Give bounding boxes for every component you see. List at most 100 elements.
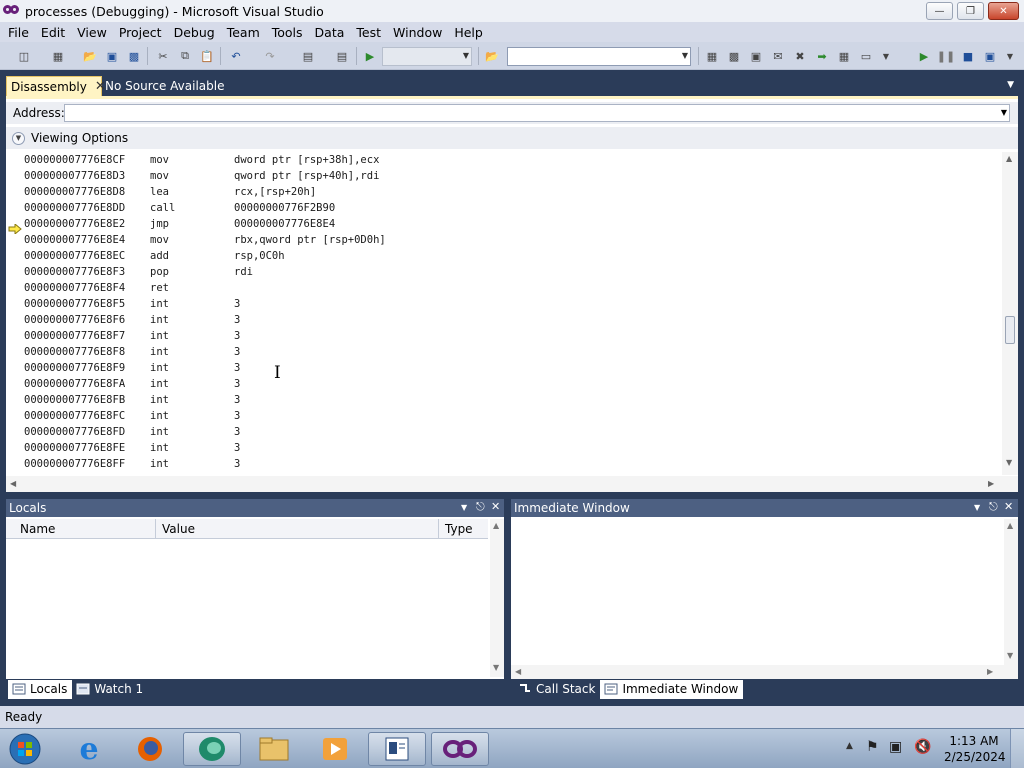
menu-help[interactable]: Help xyxy=(448,25,489,40)
open-file-icon[interactable]: 📂 xyxy=(82,48,98,64)
address-input[interactable]: ▼ xyxy=(64,104,1010,122)
scroll-right-icon[interactable]: ▶ xyxy=(987,667,993,676)
viewing-options-label[interactable]: Viewing Options xyxy=(31,131,128,145)
start-orb-icon[interactable] xyxy=(0,732,50,766)
menu-view[interactable]: View xyxy=(71,25,113,40)
disassembly-row[interactable]: 000000007776E8CF mov dword ptr [rsp+38h],e… xyxy=(6,152,1002,168)
scroll-up-icon[interactable]: ▲ xyxy=(1007,521,1013,530)
scroll-up-icon[interactable]: ▲ xyxy=(493,521,499,530)
column-value[interactable]: Value xyxy=(156,519,439,539)
new-project-icon[interactable]: ◫ xyxy=(16,48,32,64)
minimize-icon[interactable]: — xyxy=(926,2,953,20)
properties-icon[interactable]: ▩ xyxy=(726,48,742,64)
disassembly-horizontal-scrollbar[interactable]: ◀ ▶ xyxy=(6,476,1018,492)
stop-debugging-icon[interactable]: ■ xyxy=(960,48,976,64)
navigate-forward-icon[interactable]: ▤ xyxy=(334,48,350,64)
disassembly-row[interactable]: 000000007776E8FB int 3 xyxy=(6,392,1002,408)
show-desktop-button[interactable] xyxy=(1010,729,1024,768)
window-position-dropdown-icon[interactable]: ▼ xyxy=(974,503,980,512)
scroll-right-icon[interactable]: ▶ xyxy=(988,479,994,488)
object-browser-icon[interactable]: ▣ xyxy=(748,48,764,64)
disassembly-row[interactable]: 000000007776E8F5 int 3 xyxy=(6,296,1002,312)
immediate-input-area[interactable] xyxy=(511,517,1004,665)
menu-test[interactable]: Test xyxy=(350,25,387,40)
debug-toolbar-overflow-icon[interactable]: ▼ xyxy=(1002,48,1018,64)
scroll-up-icon[interactable]: ▲ xyxy=(1006,154,1012,163)
disassembly-row[interactable]: 000000007776E8E4 mov rbx,qword ptr [rsp+0D… xyxy=(6,232,1002,248)
disassembly-row[interactable]: 000000007776E8F6 int 3 xyxy=(6,312,1002,328)
pin-icon[interactable]: ⎋ xyxy=(476,500,485,514)
disassembly-row[interactable]: 000000007776E8EC add rsp,0C0h xyxy=(6,248,1002,264)
scroll-down-icon[interactable]: ▼ xyxy=(1007,651,1013,660)
chevron-down-icon[interactable]: ▼ xyxy=(12,131,25,145)
cut-icon[interactable]: ✂ xyxy=(155,48,171,64)
restart-icon[interactable]: ▣ xyxy=(982,48,998,64)
media-player-icon[interactable] xyxy=(306,732,364,766)
menu-data[interactable]: Data xyxy=(309,25,351,40)
system-clock[interactable]: 1:13 AM 2/25/2024 xyxy=(944,733,1006,765)
scroll-thumb[interactable] xyxy=(1005,316,1015,344)
pin-icon[interactable]: ⎋ xyxy=(989,500,998,514)
solution-explorer-icon[interactable]: ▦ xyxy=(704,48,720,64)
menu-window[interactable]: Window xyxy=(387,25,448,40)
scroll-left-icon[interactable]: ◀ xyxy=(10,479,16,488)
menu-debug[interactable]: Debug xyxy=(168,25,221,40)
network-icon[interactable]: ▣ xyxy=(889,739,902,755)
locals-vertical-scrollbar[interactable]: ▲ ▼ xyxy=(490,519,504,677)
add-item-icon[interactable]: ▦ xyxy=(50,48,66,64)
action-center-flag-icon[interactable]: ⚑ xyxy=(866,739,879,755)
break-all-icon[interactable]: ❚❚ xyxy=(937,48,955,64)
redo-icon[interactable]: ↷ xyxy=(262,48,278,64)
internet-explorer-icon[interactable]: e xyxy=(60,732,118,767)
visual-studio-icon[interactable] xyxy=(431,732,489,766)
volume-muted-icon[interactable]: 🔇 xyxy=(914,739,931,755)
disassembly-row[interactable]: 000000007776E8D3 mov qword ptr [rsp+40h],r… xyxy=(6,168,1002,184)
start-page-icon[interactable]: ➡ xyxy=(814,48,830,64)
find-in-files-icon[interactable]: 📂 xyxy=(484,48,500,64)
disassembly-row[interactable]: 000000007776E8DD call 00000000776F2B90 xyxy=(6,200,1002,216)
tab-disassembly[interactable]: Disassembly ✕ xyxy=(6,76,106,96)
column-name[interactable]: Name xyxy=(6,519,156,539)
disassembly-row[interactable]: 000000007776E8F4 ret xyxy=(6,280,1002,296)
tab-locals[interactable]: Locals xyxy=(8,679,73,699)
close-icon[interactable]: ✕ xyxy=(491,500,500,513)
disassembly-row[interactable]: 000000007776E8F9 int 3 xyxy=(6,360,1002,376)
disassembly-row[interactable]: 000000007776E8F7 int 3 xyxy=(6,328,1002,344)
toolbox-icon[interactable]: ✉ xyxy=(770,48,786,64)
disassembly-row[interactable]: 000000007776E8FA int 3 xyxy=(6,376,1002,392)
disassembly-vertical-scrollbar[interactable]: ▲ ▼ xyxy=(1002,152,1018,475)
continue-debugging-icon[interactable]: ▶ xyxy=(916,48,932,64)
copy-icon[interactable]: ⧉ xyxy=(177,48,193,64)
firefox-icon[interactable] xyxy=(121,732,179,766)
start-debugging-icon[interactable]: ▶ xyxy=(362,48,378,64)
document-app-icon[interactable] xyxy=(368,732,426,766)
tab-call-stack[interactable]: Call Stack xyxy=(514,680,600,699)
menu-team[interactable]: Team xyxy=(221,25,266,40)
save-all-icon[interactable]: ▩ xyxy=(126,48,142,64)
file-explorer-icon[interactable] xyxy=(245,732,303,766)
immediate-horizontal-scrollbar[interactable]: ◀ ▶ xyxy=(511,665,1018,679)
tab-immediate-window[interactable]: Immediate Window xyxy=(600,679,744,699)
scroll-down-icon[interactable]: ▼ xyxy=(1006,458,1012,467)
scroll-down-icon[interactable]: ▼ xyxy=(493,663,499,672)
disassembly-row[interactable]: 000000007776E8FF int 3 xyxy=(6,456,1002,472)
disassembly-code[interactable]: 000000007776E8CF mov dword ptr [rsp+38h],e… xyxy=(6,152,1002,472)
navigate-backward-icon[interactable]: ▤ xyxy=(300,48,316,64)
toolbar-overflow-icon[interactable]: ▼ xyxy=(878,48,894,64)
show-hidden-icons-icon[interactable]: ▲ xyxy=(846,741,853,751)
menu-edit[interactable]: Edit xyxy=(35,25,71,40)
disassembly-row[interactable]: 000000007776E8D8 lea rcx,[rsp+20h] xyxy=(6,184,1002,200)
tools-icon[interactable]: ✖ xyxy=(792,48,808,64)
undo-icon[interactable]: ↶ xyxy=(228,48,244,64)
disassembly-row[interactable]: 000000007776E8F8 int 3 xyxy=(6,344,1002,360)
media-app-icon[interactable] xyxy=(183,732,241,766)
disassembly-row[interactable]: 000000007776E8FC int 3 xyxy=(6,408,1002,424)
immediate-vertical-scrollbar[interactable]: ▲ ▼ xyxy=(1004,519,1018,665)
disassembly-row[interactable]: 000000007776E8F3 pop rdi xyxy=(6,264,1002,280)
extension-manager-icon[interactable]: ▦ xyxy=(836,48,852,64)
restore-icon[interactable]: ❐ xyxy=(957,2,984,20)
menu-file[interactable]: File xyxy=(2,25,35,40)
scroll-left-icon[interactable]: ◀ xyxy=(515,667,521,676)
solution-configuration-dropdown[interactable]: ▼ xyxy=(382,47,472,66)
disassembly-row[interactable]: 000000007776E8E2 jmp 000000007776E8E4 xyxy=(6,216,1002,232)
